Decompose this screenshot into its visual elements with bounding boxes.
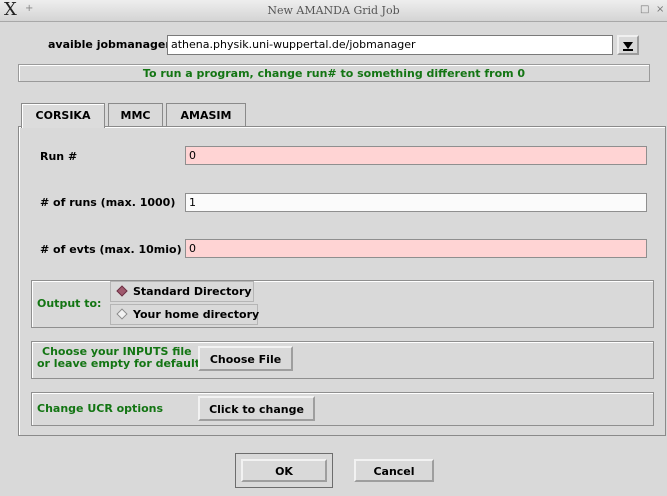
radio-standard-directory[interactable]: Standard Directory — [110, 281, 254, 302]
radio-home-directory[interactable]: Your home directory — [110, 304, 260, 325]
runs-input[interactable]: 1 — [185, 193, 647, 212]
radio-unselected-icon — [116, 308, 128, 320]
ok-button[interactable]: OK — [241, 459, 327, 482]
run-label: Run # — [40, 150, 78, 163]
inputs-file-label-line2: or leave empty for default — [37, 357, 200, 370]
radio-home-directory-label: Your home directory — [133, 308, 260, 321]
events-label: # of evts (max. 10mio) — [40, 243, 182, 256]
jobmanager-dropdown-button[interactable] — [617, 35, 639, 55]
window-titlebar[interactable]: X + New AMANDA Grid Job □ × — [0, 0, 667, 22]
jobmanager-label: avaible jobmanager — [48, 38, 171, 51]
ucr-label: Change UCR options — [37, 402, 164, 415]
dropdown-bar-icon — [623, 49, 633, 51]
ucr-change-button[interactable]: Click to change — [198, 396, 315, 421]
choose-file-button[interactable]: Choose File — [198, 346, 293, 371]
close-icon[interactable]: × — [656, 4, 664, 15]
cancel-button[interactable]: Cancel — [354, 459, 434, 482]
minimize-icon[interactable]: □ — [640, 4, 649, 15]
window-title: New AMANDA Grid Job — [267, 4, 400, 17]
runs-label: # of runs (max. 1000) — [40, 196, 176, 209]
hint-message: To run a program, change run# to somethi… — [18, 64, 650, 82]
chevron-down-icon — [623, 42, 633, 49]
radio-selected-icon — [116, 285, 128, 297]
events-input[interactable]: 0 — [185, 239, 647, 258]
run-number-input[interactable]: 0 — [185, 146, 647, 165]
output-label: Output to: — [37, 297, 102, 310]
jobmanager-field[interactable]: athena.physik.uni-wuppertal.de/jobmanage… — [167, 35, 613, 55]
tab-amasim[interactable]: AMASIM — [166, 103, 246, 127]
tab-mmc[interactable]: MMC — [108, 103, 163, 127]
radio-standard-directory-label: Standard Directory — [133, 285, 252, 298]
tab-corsika[interactable]: CORSIKA — [21, 103, 105, 128]
